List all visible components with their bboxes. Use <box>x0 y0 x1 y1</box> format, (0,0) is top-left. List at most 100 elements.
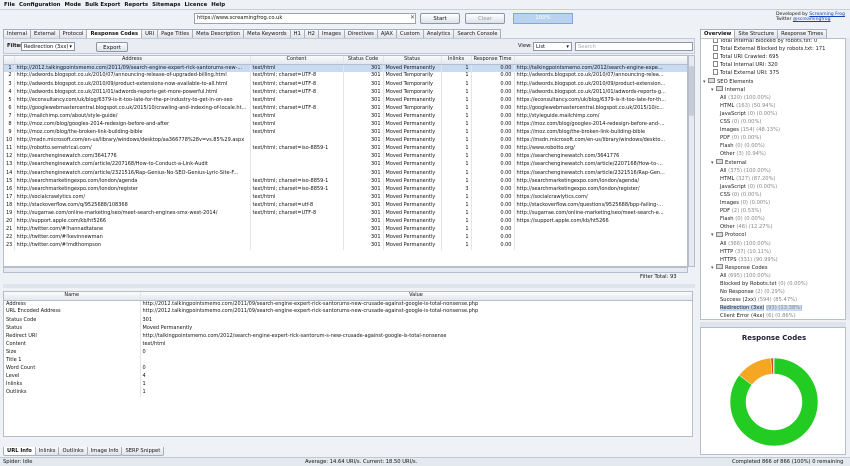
tab-meta-keywords[interactable]: Meta Keywords <box>243 29 291 38</box>
tree-item[interactable]: All (320) (100.00%) <box>720 94 771 102</box>
column-header[interactable] <box>4 56 15 65</box>
menu-reports[interactable]: Reports <box>124 0 148 10</box>
tab-page-titles[interactable]: Page Titles <box>157 29 194 38</box>
table-row[interactable]: 3 http://adwords.blogspot.co.uk/2010/09/p… <box>4 80 687 89</box>
table-row[interactable]: 14 http://searchenginewatch.com/article/2… <box>4 169 687 178</box>
tree-item[interactable]: Flash (0) (0.00%) <box>720 142 765 150</box>
tree-item[interactable]: HTTP (37) (10.11%) <box>720 248 771 256</box>
tree-item[interactable]: JavaScript (0) (0.00%) <box>720 110 777 118</box>
detail-row[interactable]: Level 4 <box>4 372 692 382</box>
tab-custom[interactable]: Custom <box>395 29 424 38</box>
tab-outlinks[interactable]: Outlinks <box>58 447 88 456</box>
menu-file[interactable]: File <box>4 0 15 10</box>
detail-row[interactable]: Status Code 301 <box>4 316 692 325</box>
tree-item[interactable]: No Response (2) (0.29%) <box>720 288 785 296</box>
table-row[interactable]: 11 http://robotto.semetrical.com/text/htm… <box>4 145 687 154</box>
detail-row[interactable]: Title 1 <box>4 356 692 365</box>
tree-item[interactable]: Blocked by Robots.txt (0) (0.00%) <box>720 280 808 288</box>
table-row[interactable]: 9 http://moz.com/blog/the-broken-link-bui… <box>4 128 687 137</box>
tree-item[interactable]: All (375) (100.00%) <box>720 167 771 175</box>
tab-image-info[interactable]: Image Info <box>86 447 123 456</box>
table-row[interactable]: 13 http://searchenginewatch.com/article/2… <box>4 161 687 170</box>
tree-item[interactable]: All (695) (100.00%) <box>720 272 771 280</box>
tab-protocol[interactable]: Protocol <box>58 29 88 38</box>
export-button[interactable]: Export <box>96 42 128 52</box>
tree-item[interactable]: Images (154) (48.13%) <box>720 126 780 134</box>
table-row[interactable]: 8 http://moz.com/blog/googles-2014-redesi… <box>4 120 687 129</box>
tab-external[interactable]: External <box>30 29 60 38</box>
detail-row[interactable]: Content text/html <box>4 340 692 349</box>
tab-ajax[interactable]: AJAX <box>376 29 397 38</box>
tree-item[interactable]: ▾ Response Codes <box>711 264 768 272</box>
twitter-link[interactable]: @screamingfrog <box>793 17 831 22</box>
tab-search-console[interactable]: Search Console <box>453 29 502 38</box>
tree-item[interactable]: Total Internal Blocked by robots.txt: 0 <box>713 39 817 45</box>
clear-url-icon[interactable]: ✕ <box>409 13 416 24</box>
tree-item[interactable]: Success (2xx) (594) (85.47%) <box>720 296 797 304</box>
table-scroll-thumb[interactable] <box>689 66 694 116</box>
column-header[interactable]: Status <box>383 56 442 65</box>
filter-dropdown[interactable]: Redirection (3xx) ▾ <box>21 42 75 51</box>
detail-column-header[interactable]: Name <box>4 292 141 301</box>
detail-row[interactable]: Status Moved Permanently <box>4 324 692 333</box>
detail-row[interactable]: Outlinks 1 <box>4 389 692 398</box>
tree-item[interactable]: Images (0) (0.00%) <box>720 199 770 207</box>
table-row[interactable]: 6 http://googlewebmastercentral.blogspot.… <box>4 104 687 113</box>
pane-splitter[interactable] <box>3 284 695 288</box>
menu-bulk-export[interactable]: Bulk Export <box>85 0 120 10</box>
detail-row[interactable]: URL Encoded Address http://2012.talkingpo… <box>4 308 692 317</box>
table-row[interactable]: 21 http://twitter.com/#!hannadtatane 301 Mo… <box>4 225 687 235</box>
tree-item[interactable]: HTML (327) (87.20%) <box>720 175 776 183</box>
tree-item[interactable]: ▾ External <box>711 159 747 167</box>
menu-sitemaps[interactable]: Sitemaps <box>152 0 180 10</box>
detail-row[interactable]: Word Count 0 <box>4 364 692 373</box>
tree-item[interactable]: CSS (0) (0.00%) <box>720 118 761 126</box>
table-row[interactable]: 17 http://socialcrawlytics.com/text/html 3… <box>4 193 687 202</box>
tree-item[interactable]: PDF (2) (0.53%) <box>720 207 761 215</box>
tab-uri[interactable]: URI <box>141 29 159 38</box>
detail-row[interactable]: Address http://2012.talkingpointsmemo.com… <box>4 300 692 309</box>
tab-inlinks[interactable]: Inlinks <box>34 447 60 456</box>
tree-item[interactable]: CSS (0) (0.00%) <box>720 191 761 199</box>
table-row[interactable]: 20 http://support.apple.com/kb/ht5266 301 M… <box>4 217 687 226</box>
tab-overview[interactable]: Overview <box>700 29 736 38</box>
tab-directives[interactable]: Directives <box>343 29 378 38</box>
tree-item[interactable]: PDF (0) (0.00%) <box>720 134 761 142</box>
column-header[interactable]: Inlinks <box>441 56 472 65</box>
tab-meta-description[interactable]: Meta Description <box>192 29 245 38</box>
url-input[interactable]: https://www.screamingfrog.co.uk <box>194 13 416 24</box>
start-button[interactable]: Start <box>420 13 460 24</box>
column-header[interactable]: Response Time <box>471 56 515 65</box>
menu-mode[interactable]: Mode <box>65 0 82 10</box>
detail-row[interactable]: Redirect URI http://talkingpointsmemo.com… <box>4 332 692 341</box>
tab-serp-snippet[interactable]: SERP Snippet <box>121 447 165 456</box>
table-row[interactable]: 22 http://twitter.com/#!kevinnewman 301 Mov… <box>4 234 687 243</box>
tree-item[interactable]: Other (3) (0.94%) <box>720 150 766 158</box>
table-row[interactable]: 7 http://mailchimp.com/about/style-guide/… <box>4 112 687 121</box>
column-header[interactable]: Content <box>250 56 344 65</box>
tab-h2[interactable]: H2 <box>303 29 319 38</box>
tree-item[interactable]: Redirection (3xx) (93) (13.38%) <box>720 304 803 312</box>
column-header[interactable]: Address <box>14 56 251 65</box>
table-row[interactable]: 19 http://sugarrae.com/online-marketing/s… <box>4 209 687 218</box>
tree-item[interactable]: JavaScript (0) (0.00%) <box>720 183 777 191</box>
detail-column-header[interactable]: Value <box>140 292 692 301</box>
menu-configuration[interactable]: Configuration <box>19 0 60 10</box>
tree-item[interactable]: HTML (163) (50.94%) <box>720 102 776 110</box>
table-row[interactable]: 12 http://searchenginewatch.com/3641776 30… <box>4 153 687 162</box>
menu-licence[interactable]: Licence <box>184 0 207 10</box>
table-row[interactable]: 18 http://stackoverflow.com/q/9525688/108… <box>4 201 687 210</box>
clear-button[interactable]: Clear <box>465 13 505 24</box>
tree-item[interactable]: Total External URI: 375 <box>713 69 779 77</box>
tab-site-structure[interactable]: Site Structure <box>734 29 779 38</box>
tab-analytics[interactable]: Analytics <box>422 29 455 38</box>
tree-item[interactable]: Total Internal URI: 320 <box>713 61 778 69</box>
tab-response-codes[interactable]: Response Codes <box>86 29 143 38</box>
tree-item[interactable]: HTTPS (331) (90.99%) <box>720 256 778 264</box>
tree-item[interactable]: Flash (0) (0.00%) <box>720 215 765 223</box>
overview-scrollbar[interactable] <box>846 38 850 320</box>
table-row[interactable]: 5 http://econsultancy.com/uk/blog/6379-is… <box>4 96 687 105</box>
table-row[interactable]: 23 http://twitter.com/#!mdthompson 301 Move… <box>4 242 687 251</box>
tree-item[interactable]: ▾ Protocol <box>711 231 746 239</box>
tree-item[interactable]: Other (46) (12.27%) <box>720 223 773 231</box>
